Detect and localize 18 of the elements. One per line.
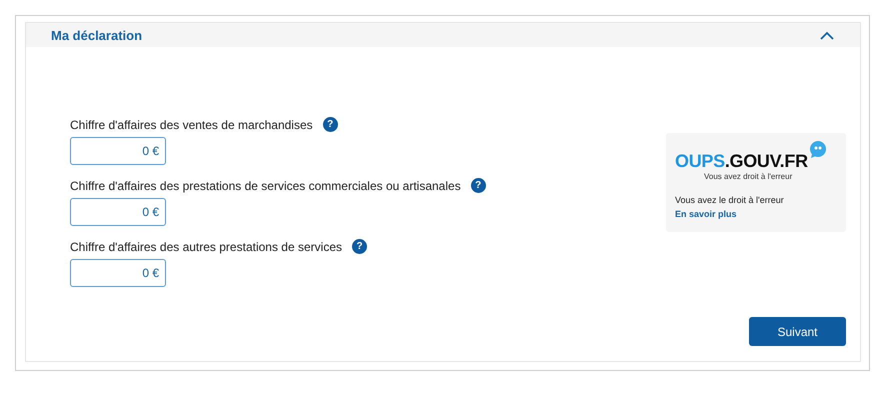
next-button[interactable]: Suivant (749, 317, 846, 346)
help-icon[interactable]: ? (322, 117, 338, 132)
amount-field[interactable]: 0 € (70, 198, 166, 226)
panel-header[interactable]: Ma déclaration (26, 23, 860, 47)
panel-title: Ma déclaration (51, 28, 142, 42)
amount-field[interactable]: 0 € (70, 137, 166, 165)
field-label: Chiffre d'affaires des autres prestations de services (70, 240, 342, 254)
promo-text: Vous avez le droit à l'erreur (675, 195, 785, 205)
learn-more-link[interactable]: En savoir plus (675, 209, 838, 219)
help-icon[interactable]: ? (470, 178, 486, 193)
help-icon[interactable]: ? (352, 239, 367, 254)
logo-tagline: Vous avez droit à l'erreur (704, 172, 794, 181)
amount-field[interactable]: 0 € (70, 259, 166, 287)
chevron-icon[interactable] (820, 30, 834, 40)
field-label: Chiffre d'affaires des prestations de services commerciales ou artisanales (70, 178, 461, 192)
field-label: Chiffre d'affaires des ventes de marchandises (70, 118, 313, 132)
speech-bubble-icon (808, 141, 827, 159)
logo-text: OUPS.GOUV.FR (675, 151, 808, 172)
